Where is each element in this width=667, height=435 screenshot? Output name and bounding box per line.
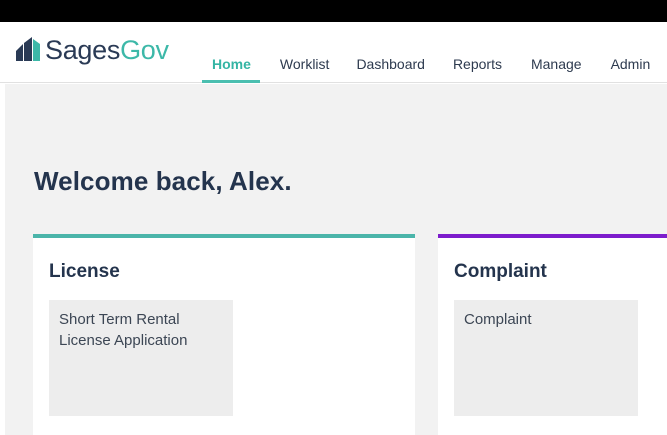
nav-worklist[interactable]: Worklist xyxy=(280,44,330,83)
logo-text: SagesGov xyxy=(45,34,169,66)
complaint-tile[interactable]: Complaint xyxy=(454,300,638,416)
nav-dashboard[interactable]: Dashboard xyxy=(356,44,425,83)
main-nav: Home Worklist Dashboard Reports Manage A… xyxy=(202,44,650,83)
license-card-title: License xyxy=(49,261,120,282)
nav-manage[interactable]: Manage xyxy=(531,44,582,83)
top-black-bar xyxy=(0,0,667,22)
short-term-rental-license-tile[interactable]: Short Term Rental License Application xyxy=(49,300,233,416)
license-card: License Short Term Rental License Applic… xyxy=(33,234,415,435)
nav-admin[interactable]: Admin xyxy=(611,44,651,83)
logo-text-gov: Gov xyxy=(120,35,169,65)
building-logo-icon xyxy=(16,37,40,61)
nav-reports[interactable]: Reports xyxy=(453,44,502,83)
complaint-card: Complaint Complaint xyxy=(438,234,667,435)
nav-home[interactable]: Home xyxy=(202,44,260,83)
sagesgov-logo[interactable]: SagesGov xyxy=(14,34,169,66)
logo-text-sages: Sages xyxy=(45,35,121,65)
welcome-heading: Welcome back, Alex. xyxy=(34,166,292,196)
complaint-card-title: Complaint xyxy=(454,261,547,282)
app-header: SagesGov Home Worklist Dashboard Reports… xyxy=(0,22,667,83)
